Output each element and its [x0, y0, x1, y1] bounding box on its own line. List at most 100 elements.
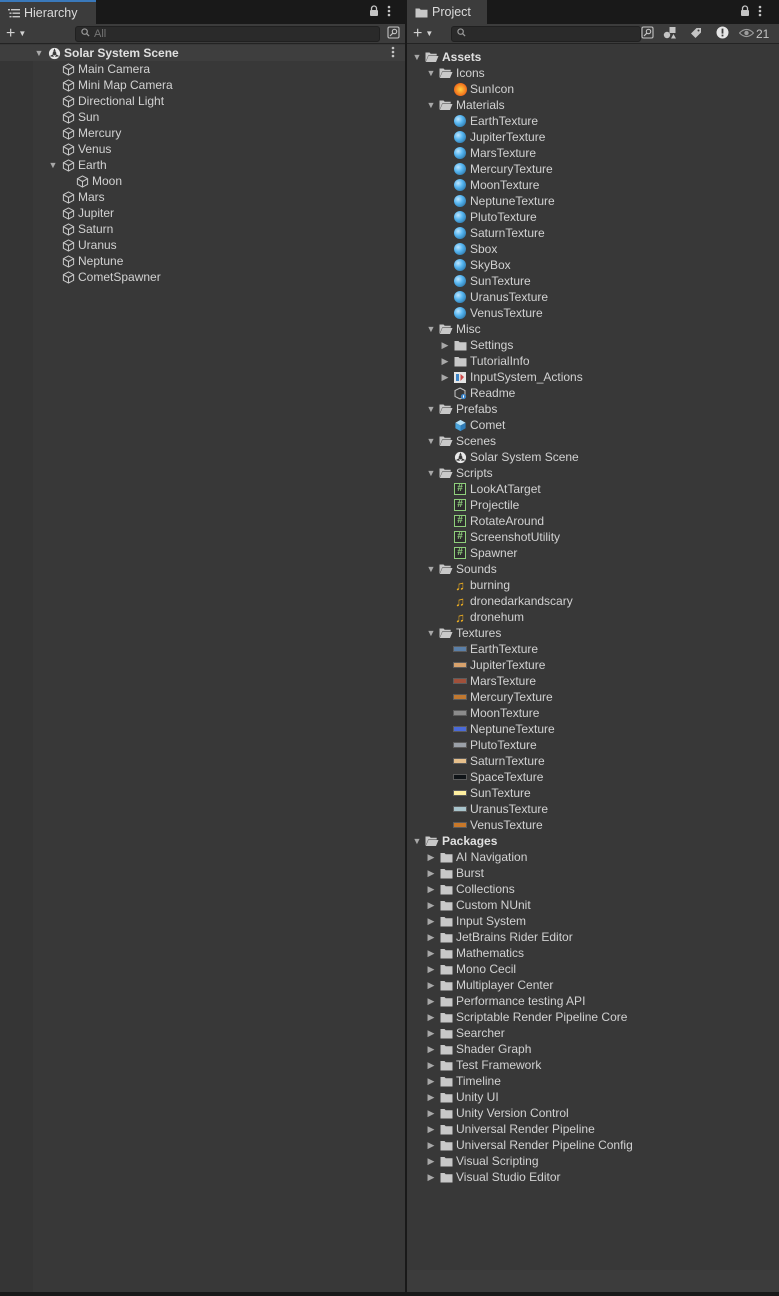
project-tree-item[interactable]: ▶ Timeline	[425, 1073, 501, 1089]
hidden-packages-toggle[interactable]: 21	[738, 26, 779, 42]
project-tree-item[interactable]: ▶SkyBox	[439, 257, 511, 273]
project-tree-item[interactable]: ▶ AI Navigation	[425, 849, 528, 865]
tab-hierarchy[interactable]: Hierarchy	[0, 0, 96, 24]
expand-arrow-icon[interactable]: ▼	[425, 628, 437, 638]
hierarchy-item[interactable]: ▶Saturn	[47, 221, 113, 237]
project-tree-item[interactable]: ▶SaturnTexture	[439, 225, 545, 241]
project-tree-item[interactable]: ▶SpaceTexture	[439, 769, 543, 785]
project-tree-item[interactable]: ▶ Burst	[425, 865, 484, 881]
project-tree-item[interactable]: ▶EarthTexture	[439, 641, 538, 657]
project-tree-item[interactable]: ▼ Materials	[425, 97, 505, 113]
project-tree-item[interactable]: ▶UranusTexture	[439, 801, 548, 817]
project-tree-item[interactable]: ▼ Sounds	[425, 561, 497, 577]
hierarchy-item[interactable]: ▶Mars	[47, 189, 105, 205]
project-tree-item[interactable]: ▶JupiterTexture	[439, 129, 545, 145]
collapsed-arrow-icon[interactable]: ▶	[425, 1124, 437, 1135]
collapsed-arrow-icon[interactable]: ▶	[425, 1156, 437, 1167]
expand-arrow-icon[interactable]: ▼	[425, 68, 437, 78]
project-search-input[interactable]	[470, 28, 617, 40]
hierarchy-item[interactable]: ▶Moon	[61, 173, 122, 189]
lock-icon[interactable]	[369, 5, 379, 20]
hierarchy-item[interactable]: ▶Uranus	[47, 237, 117, 253]
hierarchy-item[interactable]: ▶Main Camera	[47, 61, 150, 77]
project-tree-item[interactable]: ▼ Scripts	[425, 465, 493, 481]
expand-arrow-icon[interactable]: ▼	[425, 468, 437, 478]
collapsed-arrow-icon[interactable]: ▶	[425, 964, 437, 975]
search-by-type-button[interactable]	[661, 26, 679, 42]
project-tree-item[interactable]: ▶ Visual Studio Editor	[425, 1169, 561, 1185]
project-tree-item[interactable]: ▶ TutorialInfo	[439, 353, 530, 369]
hierarchy-item[interactable]: ▶Venus	[47, 141, 111, 157]
kebab-menu-icon[interactable]	[387, 5, 391, 20]
create-asset-button[interactable]: + ▼	[413, 25, 433, 43]
project-tree-item[interactable]: ▼ Icons	[425, 65, 485, 81]
collapsed-arrow-icon[interactable]: ▶	[425, 1172, 437, 1183]
project-tree-item[interactable]: ▶SaturnTexture	[439, 753, 545, 769]
collapsed-arrow-icon[interactable]: ▶	[439, 356, 451, 367]
project-tree-item[interactable]: ▶NeptuneTexture	[439, 193, 555, 209]
hierarchy-item[interactable]: ▶Sun	[47, 109, 99, 125]
hierarchy-item[interactable]: ▶Mercury	[47, 125, 121, 141]
scene-row[interactable]: ▼ Solar System Scene	[33, 45, 179, 61]
search-by-label-button[interactable]	[687, 26, 705, 42]
project-tree-item[interactable]: ▶#Spawner	[439, 545, 517, 561]
project-tree-item[interactable]: ▶♫burning	[439, 577, 510, 593]
hierarchy-search-field[interactable]	[75, 26, 380, 42]
collapsed-arrow-icon[interactable]: ▶	[425, 1140, 437, 1151]
collapsed-arrow-icon[interactable]: ▶	[425, 1044, 437, 1055]
collapsed-arrow-icon[interactable]: ▶	[425, 1092, 437, 1103]
expand-arrow-icon[interactable]: ▼	[425, 324, 437, 334]
project-tree-item[interactable]: ▶ Unity UI	[425, 1089, 499, 1105]
scene-options-icon[interactable]	[391, 46, 395, 61]
hierarchy-item[interactable]: ▶Neptune	[47, 253, 123, 269]
project-tree-item[interactable]: ▶#LookAtTarget	[439, 481, 541, 497]
project-tree-item[interactable]: ▶SunIcon	[439, 81, 514, 97]
project-tree-item[interactable]: ▶MoonTexture	[439, 177, 539, 193]
project-tree-item[interactable]: ▶EarthTexture	[439, 113, 538, 129]
hierarchy-item[interactable]: ▶Mini Map Camera	[47, 77, 173, 93]
collapsed-arrow-icon[interactable]: ▶	[425, 1076, 437, 1087]
collapsed-arrow-icon[interactable]: ▶	[439, 340, 451, 351]
project-tree-item[interactable]: ▶MoonTexture	[439, 705, 539, 721]
project-tree-item[interactable]: ▶#RotateAround	[439, 513, 544, 529]
project-tree-item[interactable]: ▶MercuryTexture	[439, 689, 553, 705]
project-tree-item[interactable]: ▶MarsTexture	[439, 145, 536, 161]
project-tree-item[interactable]: ▶ Shader Graph	[425, 1041, 532, 1057]
expand-arrow-icon[interactable]: ▼	[425, 436, 437, 446]
collapsed-arrow-icon[interactable]: ▶	[425, 900, 437, 911]
project-tree-item[interactable]: ▶ InputSystem_Actions	[439, 369, 583, 385]
project-tree-item[interactable]: ▶ Universal Render Pipeline Config	[425, 1137, 633, 1153]
hierarchy-item[interactable]: ▼ Earth	[47, 157, 107, 173]
hierarchy-item[interactable]: ▶Directional Light	[47, 93, 164, 109]
project-tree-item[interactable]: ▶ Visual Scripting	[425, 1153, 539, 1169]
project-tree-item[interactable]: ▶ Searcher	[425, 1025, 505, 1041]
project-tree-item[interactable]: ▶NeptuneTexture	[439, 721, 555, 737]
collapsed-arrow-icon[interactable]: ▶	[425, 932, 437, 943]
project-tree-item[interactable]: ▶#Projectile	[439, 497, 519, 513]
project-tree-item[interactable]: ▼ Textures	[425, 625, 502, 641]
project-tree-item[interactable]: ▶ Collections	[425, 881, 515, 897]
project-tree-item[interactable]: ▶Sbox	[439, 241, 497, 257]
collapsed-arrow-icon[interactable]: ▶	[425, 1012, 437, 1023]
project-tree-item[interactable]: ▶VenusTexture	[439, 817, 543, 833]
project-tree-item[interactable]: ▶ JetBrains Rider Editor	[425, 929, 573, 945]
collapsed-arrow-icon[interactable]: ▶	[425, 980, 437, 991]
project-tree-item[interactable]: ▶Readme	[439, 385, 515, 401]
project-tree-item[interactable]: ▼ Packages	[411, 833, 498, 849]
expand-arrow-icon[interactable]: ▼	[425, 404, 437, 414]
collapsed-arrow-icon[interactable]: ▶	[425, 916, 437, 927]
kebab-menu-icon[interactable]	[758, 5, 762, 20]
collapsed-arrow-icon[interactable]: ▶	[425, 852, 437, 863]
project-tree-item[interactable]: ▶JupiterTexture	[439, 657, 545, 673]
project-tree-item[interactable]: ▼ Prefabs	[425, 401, 498, 417]
lock-icon[interactable]	[740, 5, 750, 20]
project-tree-item[interactable]: ▶SunTexture	[439, 273, 531, 289]
project-tree-item[interactable]: ▶ Unity Version Control	[425, 1105, 569, 1121]
project-tree-item[interactable]: ▼ Assets	[411, 49, 482, 65]
console-warnings-button[interactable]	[713, 26, 731, 42]
collapsed-arrow-icon[interactable]: ▶	[425, 948, 437, 959]
project-search-field[interactable]	[451, 26, 641, 42]
collapsed-arrow-icon[interactable]: ▶	[439, 372, 451, 383]
project-tree-item[interactable]: ▶SunTexture	[439, 785, 531, 801]
hierarchy-item[interactable]: ▶Jupiter	[47, 205, 114, 221]
